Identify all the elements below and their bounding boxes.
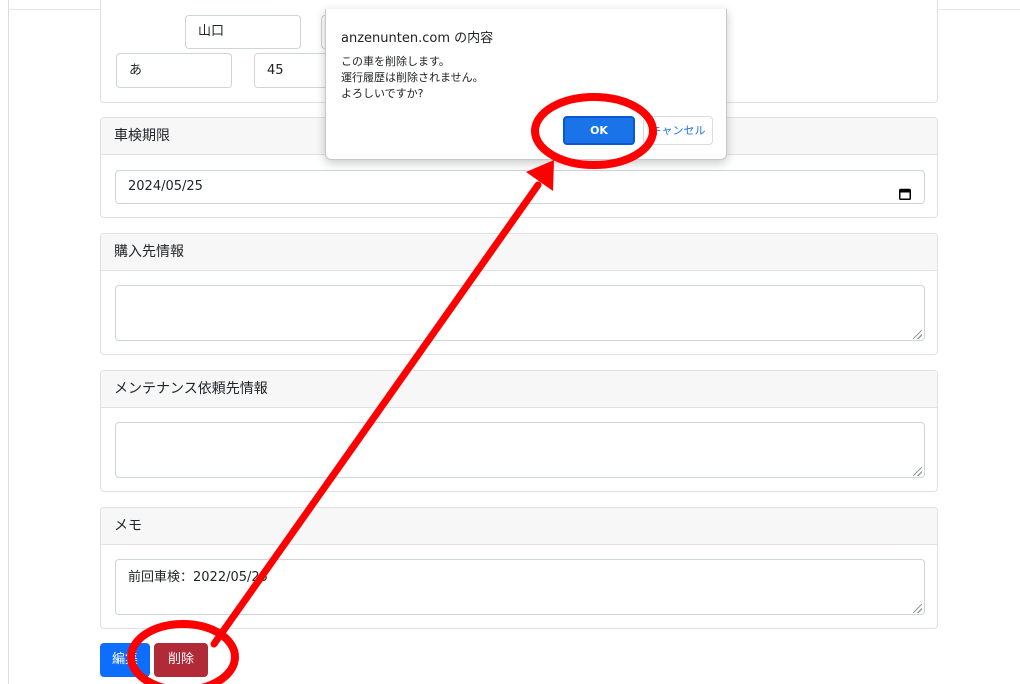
memo-card: メモ 前回車検：2022/05/25 bbox=[100, 507, 938, 629]
maintenance-info-label: メンテナンス依頼先情報 bbox=[101, 371, 937, 408]
memo-textarea[interactable]: 前回車検：2022/05/25 bbox=[115, 559, 925, 615]
prefecture-input[interactable]: 山口 bbox=[185, 15, 301, 49]
edit-button[interactable]: 編集 bbox=[100, 643, 150, 677]
resize-handle-icon[interactable] bbox=[913, 467, 922, 476]
resize-handle-icon[interactable] bbox=[913, 604, 922, 613]
inspection-date-input[interactable]: 2024/05/25 bbox=[115, 170, 925, 204]
resize-handle-icon[interactable] bbox=[913, 330, 922, 339]
maintenance-info-card: メンテナンス依頼先情報 bbox=[100, 370, 938, 492]
inspection-date-value: 2024/05/25 bbox=[128, 179, 203, 194]
memo-label: メモ bbox=[101, 508, 937, 545]
calendar-icon[interactable] bbox=[899, 181, 911, 200]
dialog-message-line-2: 運行履歴は削除されません。 bbox=[341, 71, 484, 84]
supplier-info-card: 購入先情報 bbox=[100, 233, 938, 355]
supplier-info-textarea[interactable] bbox=[115, 285, 925, 341]
dialog-message-line-1: この車を削除します。 bbox=[341, 55, 450, 68]
dialog-title: anzenunten.com の内容 bbox=[341, 31, 494, 46]
dialog-message-line-3: よろしいですか? bbox=[341, 87, 424, 100]
supplier-info-label: 購入先情報 bbox=[101, 234, 937, 271]
maintenance-info-textarea[interactable] bbox=[115, 422, 925, 478]
confirm-dialog: anzenunten.com の内容 この車を削除します。 運行履歴は削除されま… bbox=[325, 9, 727, 160]
dialog-cancel-button[interactable]: キャンセル bbox=[643, 116, 713, 145]
dialog-ok-button[interactable]: OK bbox=[563, 116, 635, 145]
delete-button[interactable]: 削除 bbox=[154, 643, 208, 677]
serial-number-input[interactable]: 45 bbox=[254, 53, 334, 88]
kana-input[interactable]: あ bbox=[116, 53, 232, 88]
